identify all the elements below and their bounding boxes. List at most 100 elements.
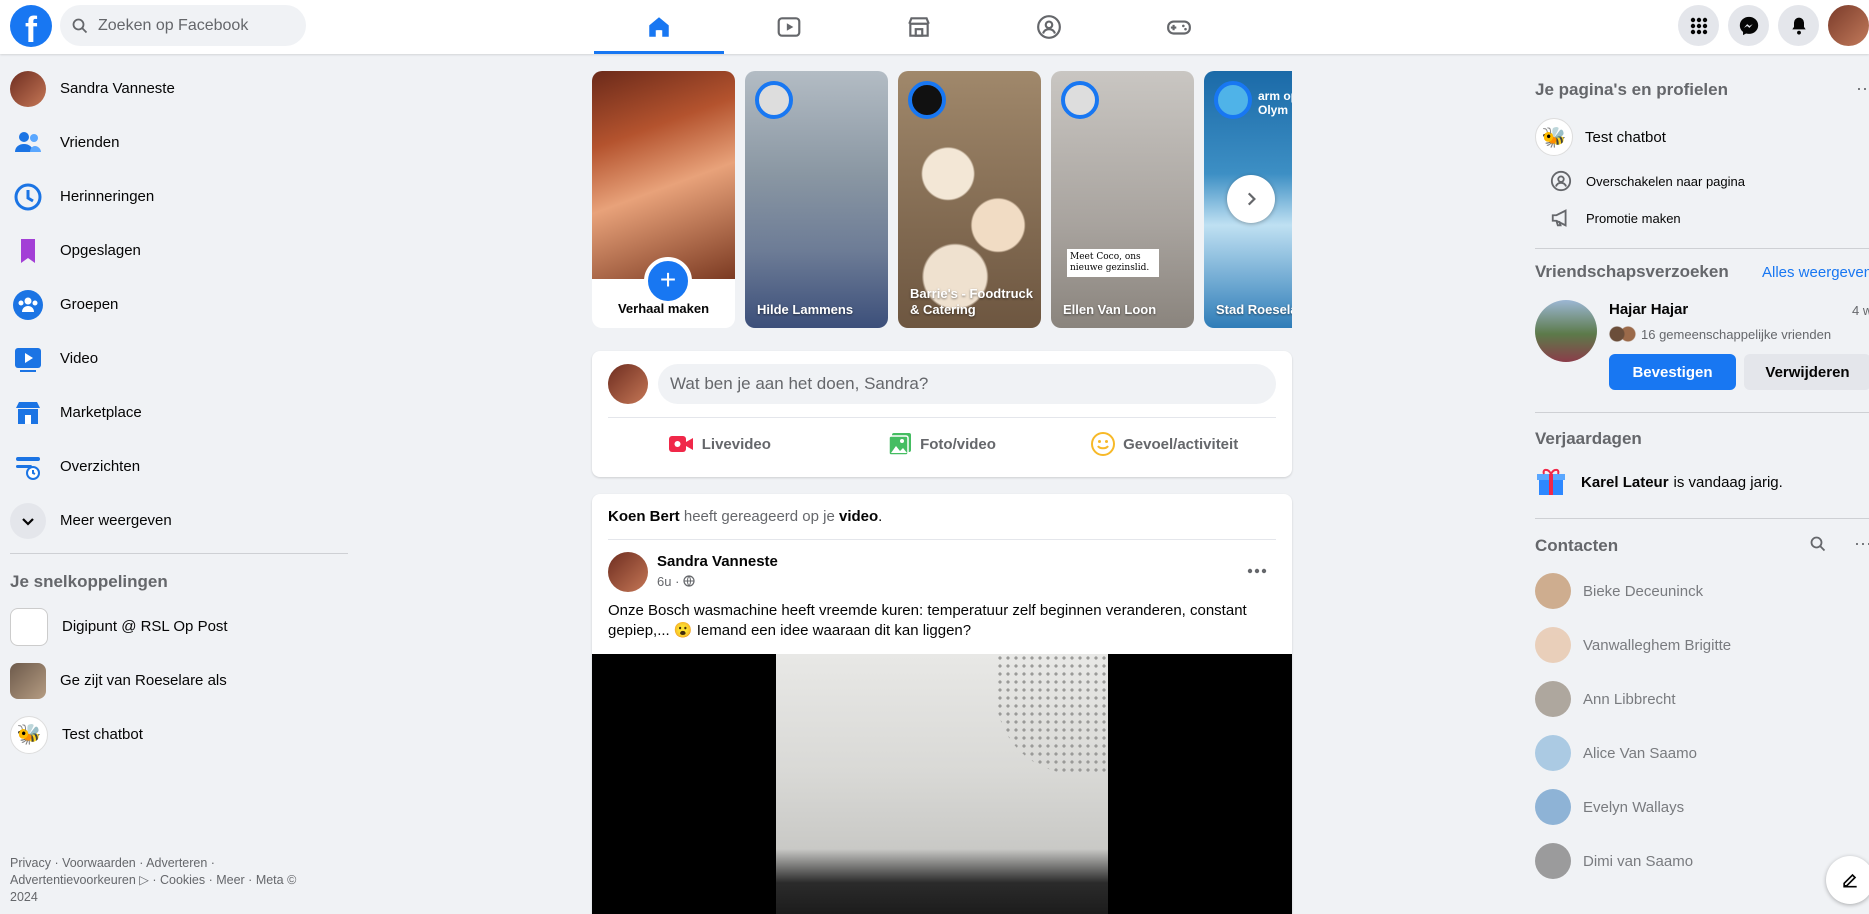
footer-links[interactable]: Privacy · Voorwaarden · Adverteren · Adv…	[10, 855, 310, 906]
request-name[interactable]: Hajar Hajar	[1609, 301, 1688, 318]
contacts-title: Contacten	[1535, 536, 1619, 555]
messenger-button[interactable]	[1728, 5, 1769, 46]
search-input[interactable]	[96, 15, 290, 36]
left-sidebar: Sandra Vanneste Vrienden Herinneringen O…	[0, 54, 360, 906]
search-box[interactable]	[60, 5, 306, 46]
story-name: Barrie's - Foodtruck & Catering	[910, 286, 1034, 317]
facebook-logo[interactable]: f	[10, 5, 52, 47]
avatar	[608, 364, 648, 404]
avatar	[1535, 681, 1571, 717]
shortcut-test-chatbot[interactable]: 🐝 Test chatbot	[0, 708, 360, 761]
contact-item[interactable]: Ann Libbrecht	[1535, 681, 1676, 717]
avatar	[1535, 573, 1571, 609]
tab-marketplace[interactable]	[854, 0, 984, 54]
speaker-grille	[996, 654, 1108, 774]
avatar	[1535, 735, 1571, 771]
birthday-name[interactable]: Karel Lateur	[1581, 474, 1669, 491]
contact-item[interactable]: Evelyn Wallays	[1535, 789, 1684, 825]
tab-groups[interactable]	[984, 0, 1114, 54]
new-message-button[interactable]	[1826, 856, 1869, 904]
contact-name: Ann Libbrecht	[1583, 690, 1676, 708]
photo-video-button[interactable]: Foto/video	[831, 423, 1054, 465]
contact-item[interactable]: Vanwalleghem Brigitte	[1535, 627, 1731, 663]
story-name: Stad Roeselare	[1216, 302, 1292, 317]
create-story-card[interactable]: + Verhaal maken	[592, 71, 735, 328]
avatar[interactable]	[608, 552, 648, 592]
tab-video[interactable]	[724, 0, 854, 54]
post-time[interactable]: 6u ·	[657, 574, 695, 589]
home-icon	[649, 17, 669, 37]
post-video[interactable]	[592, 654, 1292, 914]
feeds-icon	[10, 449, 46, 485]
messenger-icon	[1739, 16, 1758, 35]
plus-icon: +	[644, 257, 692, 305]
story-card[interactable]: Meet Coco, ons nieuwe gezinslid. Ellen V…	[1051, 71, 1194, 328]
composer-input[interactable]	[658, 364, 1276, 404]
page-item[interactable]: 🐝 Test chatbot	[1535, 118, 1666, 156]
stories-next-button[interactable]	[1227, 175, 1275, 223]
shortcut-label: Digipunt @ RSL Op Post	[62, 618, 228, 635]
left-item-marketplace[interactable]: Marketplace	[0, 386, 360, 439]
sidebar-divider	[10, 553, 348, 554]
left-item-label: Marketplace	[60, 404, 142, 421]
story-card[interactable]: Barrie's - Foodtruck & Catering	[898, 71, 1041, 328]
memories-icon	[10, 179, 46, 215]
contact-item[interactable]: Dimi van Saamo	[1535, 843, 1693, 879]
post-composer: Livevideo Foto/video Gevoel/activiteit	[592, 351, 1292, 477]
reacted-object-link[interactable]: video	[839, 508, 878, 525]
post-options-button[interactable]	[1240, 558, 1274, 584]
see-all-requests-link[interactable]: Alles weergeven	[1762, 264, 1869, 281]
contacts-search-button[interactable]	[1810, 536, 1826, 557]
left-item-friends[interactable]: Vrienden	[0, 116, 360, 169]
account-avatar[interactable]	[1828, 5, 1869, 46]
megaphone-icon	[1551, 209, 1567, 227]
left-item-feeds[interactable]: Overzichten	[0, 440, 360, 493]
action-label: Promotie maken	[1586, 210, 1681, 226]
shortcut-roeselare[interactable]: Ge zijt van Roeselare als	[0, 654, 360, 707]
story-card[interactable]: Hilde Lammens	[745, 71, 888, 328]
left-item-more[interactable]: Meer weergeven	[0, 494, 360, 547]
punctuation: .	[878, 508, 883, 525]
left-item-profile[interactable]: Sandra Vanneste	[0, 62, 360, 115]
birthday-item[interactable]: Karel Lateur is vandaag jarig.	[1535, 466, 1783, 498]
notifications-button[interactable]	[1778, 5, 1819, 46]
post-time-label: 6u ·	[657, 574, 680, 589]
stories-tray: + Verhaal maken Hilde Lammens Barrie's -…	[592, 71, 1292, 329]
switch-page-action[interactable]: Overschakelen naar pagina	[1550, 170, 1745, 192]
shortcut-label: Test chatbot	[62, 726, 143, 743]
mutual-avatars	[1609, 326, 1637, 342]
contact-item[interactable]: Alice Van Saamo	[1535, 735, 1697, 771]
tab-gaming[interactable]	[1114, 0, 1244, 54]
story-image	[592, 71, 735, 279]
contact-item[interactable]: Bieke Deceuninck	[1535, 573, 1703, 609]
shortcut-image	[10, 662, 46, 699]
post-author[interactable]: Sandra Vanneste	[657, 553, 778, 570]
pages-more-button[interactable]: ···	[1856, 78, 1869, 99]
left-item-video[interactable]: Video	[0, 332, 360, 385]
request-avatar[interactable]	[1535, 300, 1597, 362]
shortcut-digipunt[interactable]: Digipunt @ RSL Op Post	[0, 600, 360, 653]
contact-name: Alice Van Saamo	[1583, 744, 1697, 762]
delete-button[interactable]: Verwijderen	[1744, 354, 1869, 390]
confirm-button[interactable]: Bevestigen	[1609, 354, 1736, 390]
reaction-text: heeft gereageerd op je	[683, 508, 835, 525]
action-label: Gevoel/activiteit	[1123, 435, 1239, 453]
mutual-friends: 16 gemeenschappelijke vrienden	[1609, 326, 1831, 342]
top-right-controls	[1678, 5, 1869, 46]
reactor-name[interactable]: Koen Bert	[608, 508, 680, 525]
promote-action[interactable]: Promotie maken	[1550, 207, 1681, 229]
marketplace-icon	[10, 395, 46, 431]
story-name: Hilde Lammens	[757, 302, 854, 317]
top-bar: f	[0, 0, 1869, 54]
feeling-button[interactable]: Gevoel/activiteit	[1053, 423, 1276, 465]
live-video-button[interactable]: Livevideo	[608, 423, 831, 465]
tab-home[interactable]	[594, 0, 724, 54]
contacts-more-button[interactable]: ···	[1854, 533, 1869, 554]
left-item-label: Herinneringen	[60, 188, 155, 205]
left-item-groups[interactable]: Groepen	[0, 278, 360, 331]
contact-name: Bieke Deceuninck	[1583, 582, 1704, 600]
left-item-label: Sandra Vanneste	[60, 80, 175, 97]
menu-button[interactable]	[1678, 5, 1719, 46]
left-item-memories[interactable]: Herinneringen	[0, 170, 360, 223]
left-item-saved[interactable]: Opgeslagen	[0, 224, 360, 277]
